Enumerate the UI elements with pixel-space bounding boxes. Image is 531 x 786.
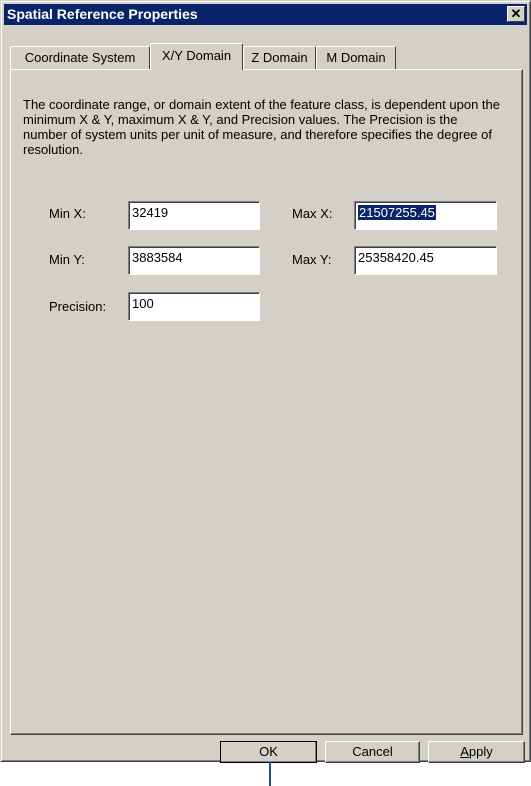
apply-label-rest: pply xyxy=(468,744,493,759)
tab-xy-domain[interactable]: X/Y Domain xyxy=(150,43,243,70)
max-x-label: Max X: xyxy=(292,206,333,221)
max-y-field[interactable]: 25358420.45 xyxy=(354,246,497,275)
precision-label: Precision: xyxy=(49,299,107,314)
callout-pointer-line xyxy=(269,762,271,786)
cancel-button[interactable]: Cancel xyxy=(325,741,420,763)
apply-mnemonic: A xyxy=(460,744,469,759)
xy-domain-panel: The coordinate range, or domain extent o… xyxy=(10,69,523,735)
min-x-label: Min X: xyxy=(49,206,86,221)
max-x-selected-value: 21507255.45 xyxy=(358,205,436,220)
close-icon[interactable]: ✕ xyxy=(507,6,525,22)
min-y-field[interactable]: 3883584 xyxy=(128,246,260,275)
title-bar[interactable]: Spatial Reference Properties ✕ xyxy=(4,4,527,25)
max-y-label: Max Y: xyxy=(292,252,332,267)
min-y-label: Min Y: xyxy=(49,252,85,267)
tab-coordinate-system[interactable]: Coordinate System xyxy=(10,46,150,69)
domain-description: The coordinate range, or domain extent o… xyxy=(23,97,500,157)
dialog-title: Spatial Reference Properties xyxy=(7,6,198,22)
max-x-field[interactable]: 21507255.45 xyxy=(354,201,497,230)
spatial-reference-dialog: Spatial Reference Properties ✕ Coordinat… xyxy=(0,0,531,763)
precision-field[interactable]: 100 xyxy=(128,292,260,321)
min-x-field[interactable]: 32419 xyxy=(128,201,260,230)
apply-button[interactable]: Apply xyxy=(428,741,525,763)
ok-button[interactable]: OK xyxy=(220,741,317,763)
tab-z-domain[interactable]: Z Domain xyxy=(243,46,316,69)
tab-m-domain[interactable]: M Domain xyxy=(316,46,396,69)
